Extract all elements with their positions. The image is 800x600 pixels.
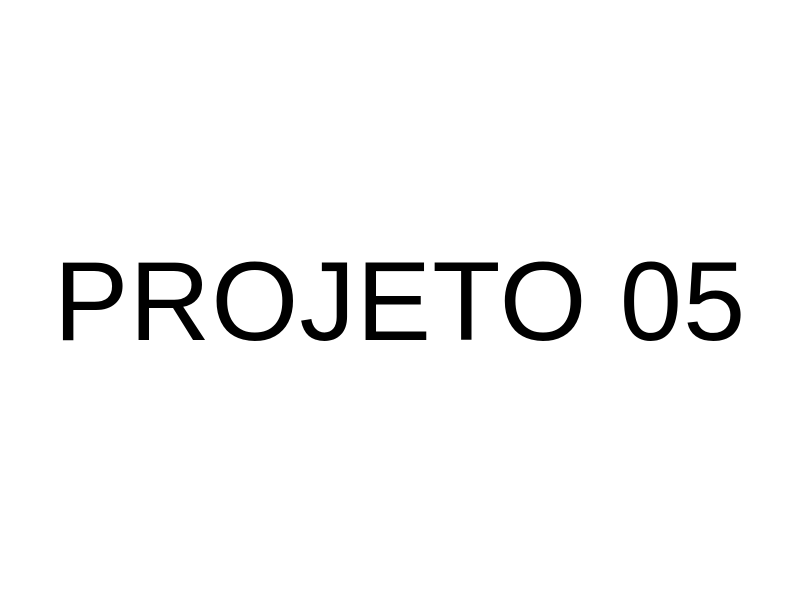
page-title: PROJETO 05 — [53, 239, 747, 364]
slide-page: PROJETO 05 — [0, 0, 800, 600]
